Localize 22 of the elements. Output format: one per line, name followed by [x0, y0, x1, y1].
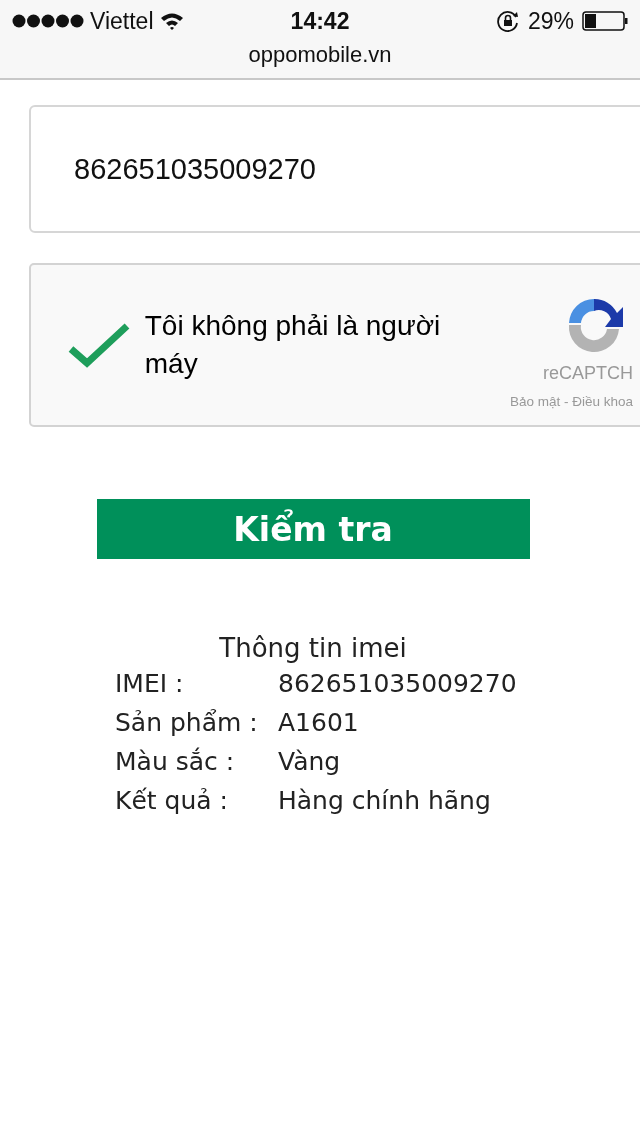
- check-button[interactable]: Kiểm tra: [96, 499, 530, 559]
- signal-icon: [12, 14, 84, 28]
- carrier-name: Viettel: [90, 7, 154, 35]
- wifi-icon: [159, 12, 184, 30]
- battery-icon: [582, 11, 628, 31]
- recaptcha-brand: reCAPTCH: [543, 363, 633, 384]
- info-title: Thông tin imei: [219, 633, 407, 663]
- imei-input-field[interactable]: 862651035009270: [29, 105, 640, 233]
- info-value: Hàng chính hãng: [278, 786, 491, 815]
- address-bar-url[interactable]: oppomobile.vn: [248, 42, 392, 68]
- rotation-lock-icon: [495, 9, 520, 33]
- info-label: Kết quả :: [115, 786, 228, 815]
- info-label: IMEI :: [115, 669, 184, 698]
- checkmark-icon[interactable]: [67, 322, 130, 368]
- info-value: A1601: [278, 708, 359, 737]
- info-value: Vàng: [278, 747, 341, 776]
- info-label: Màu sắc :: [115, 747, 235, 776]
- battery-percent: 29%: [527, 7, 574, 35]
- clock-time: 14:42: [290, 7, 350, 35]
- info-label: Sản phẩm :: [115, 708, 258, 737]
- captcha-label: Tôi không phải là người máy: [144, 309, 442, 381]
- info-value: 862651035009270: [278, 669, 517, 698]
